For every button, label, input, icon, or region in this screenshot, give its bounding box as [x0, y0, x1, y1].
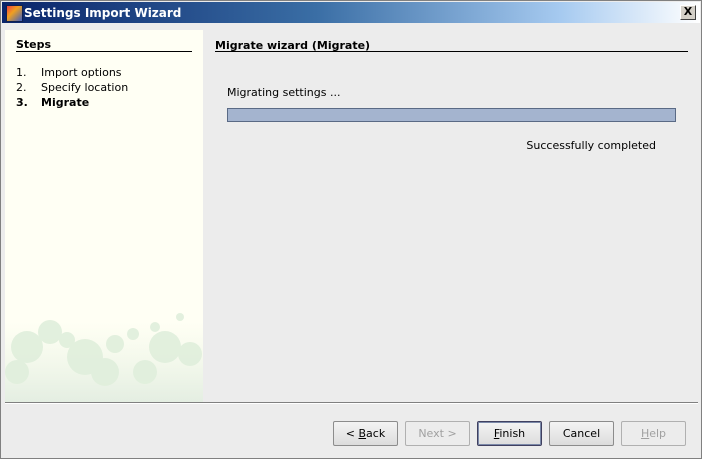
cancel-label: Cancel	[562, 427, 601, 440]
steps-title: Steps	[16, 38, 52, 51]
back-button[interactable]: < Back	[333, 421, 398, 446]
next-label: Next >	[418, 427, 457, 440]
finish-button[interactable]: Finish	[477, 421, 542, 446]
step-label: Migrate	[41, 96, 90, 109]
button-separator	[5, 402, 698, 404]
back-mnemonic: B	[358, 427, 367, 440]
step-item-import-options: 1. Import options	[16, 65, 128, 80]
step-number: 2.	[16, 81, 27, 94]
completion-status: Successfully completed	[526, 139, 656, 152]
status-label: Migrating settings ...	[227, 86, 341, 99]
progress-bar	[227, 108, 676, 122]
progress-fill	[228, 109, 675, 121]
finish-label-suffix: inish	[499, 427, 526, 440]
app-icon	[6, 5, 23, 22]
next-button[interactable]: Next >	[405, 421, 470, 446]
wizard-window: Settings Import Wizard X Steps 1. Import …	[0, 0, 702, 459]
window-title: Settings Import Wizard	[24, 6, 182, 20]
back-label-prefix: <	[345, 427, 359, 440]
title-bar[interactable]: Settings Import Wizard X	[2, 2, 700, 23]
step-item-specify-location: 2. Specify location	[16, 80, 128, 95]
decorative-bubbles	[5, 313, 203, 402]
help-label-suffix: elp	[649, 427, 667, 440]
step-label: Specify location	[41, 81, 129, 94]
steps-panel: Steps 1. Import options 2. Specify locatio…	[5, 30, 203, 402]
close-button[interactable]: X	[680, 5, 696, 20]
title-divider	[215, 51, 688, 52]
close-icon: X	[683, 5, 693, 18]
steps-list: 1. Import options 2. Specify location 3. Mi…	[16, 65, 128, 110]
step-number: 3.	[16, 96, 28, 109]
back-label-suffix: ack	[366, 427, 386, 440]
step-number: 1.	[16, 66, 27, 79]
step-item-migrate: 3. Migrate	[16, 95, 128, 110]
step-label: Import options	[41, 66, 122, 79]
help-button[interactable]: Help	[621, 421, 686, 446]
help-mnemonic: H	[640, 427, 650, 440]
cancel-button[interactable]: Cancel	[549, 421, 614, 446]
steps-divider	[16, 51, 192, 52]
